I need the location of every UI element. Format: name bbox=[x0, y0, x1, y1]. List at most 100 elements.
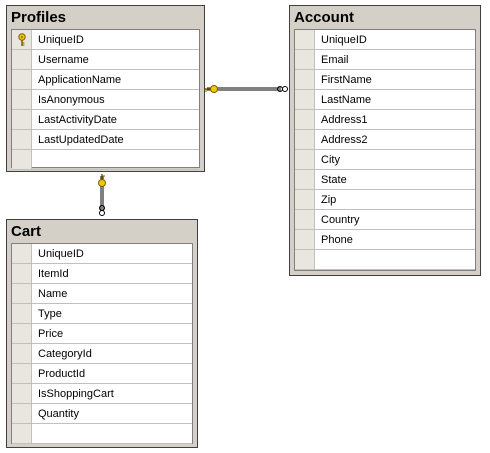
column-row[interactable]: Type bbox=[12, 304, 192, 324]
row-selector[interactable] bbox=[12, 324, 32, 343]
row-selector[interactable] bbox=[295, 90, 315, 109]
row-selector[interactable] bbox=[295, 170, 315, 189]
column-name: State bbox=[321, 174, 347, 186]
row-selector[interactable] bbox=[12, 404, 32, 423]
row-selector[interactable] bbox=[12, 150, 32, 169]
row-selector[interactable] bbox=[12, 30, 32, 49]
column-row-empty[interactable] bbox=[12, 150, 199, 170]
column-row[interactable]: Address2 bbox=[295, 130, 475, 150]
column-name: LastActivityDate bbox=[38, 114, 117, 126]
column-name: IsAnonymous bbox=[38, 94, 105, 106]
column-row[interactable]: Email bbox=[295, 50, 475, 70]
row-selector[interactable] bbox=[295, 150, 315, 169]
column-row[interactable]: Price bbox=[12, 324, 192, 344]
column-row[interactable]: State bbox=[295, 170, 475, 190]
row-selector[interactable] bbox=[295, 30, 315, 49]
row-selector[interactable] bbox=[295, 210, 315, 229]
column-row-empty[interactable] bbox=[295, 250, 475, 270]
column-row[interactable]: ApplicationName bbox=[12, 70, 199, 90]
column-row-empty[interactable] bbox=[12, 424, 192, 444]
column-name: Phone bbox=[321, 234, 353, 246]
column-name: Username bbox=[38, 54, 89, 66]
column-name: FirstName bbox=[321, 74, 372, 86]
row-selector[interactable] bbox=[12, 70, 32, 89]
column-row[interactable]: CategoryId bbox=[12, 344, 192, 364]
primary-key-icon bbox=[18, 33, 26, 46]
row-selector[interactable] bbox=[295, 190, 315, 209]
column-row[interactable]: Country bbox=[295, 210, 475, 230]
row-selector[interactable] bbox=[12, 130, 32, 149]
column-row[interactable]: Phone bbox=[295, 230, 475, 250]
column-name: CategoryId bbox=[38, 348, 92, 360]
row-selector[interactable] bbox=[12, 344, 32, 363]
column-name: Address1 bbox=[321, 114, 368, 126]
column-grid: UniqueID Email FirstName LastName Addres… bbox=[294, 29, 476, 271]
key-icon bbox=[204, 85, 218, 93]
column-name: UniqueID bbox=[38, 34, 84, 46]
table-title: Cart bbox=[11, 223, 42, 240]
column-name: UniqueID bbox=[38, 248, 84, 260]
column-row[interactable]: Zip bbox=[295, 190, 475, 210]
column-row[interactable]: IsAnonymous bbox=[12, 90, 199, 110]
row-selector[interactable] bbox=[295, 70, 315, 89]
column-row[interactable]: ItemId bbox=[12, 264, 192, 284]
column-row[interactable]: Address1 bbox=[295, 110, 475, 130]
row-selector[interactable] bbox=[12, 50, 32, 69]
column-name: Type bbox=[38, 308, 62, 320]
column-name: Price bbox=[38, 328, 64, 340]
column-name: LastUpdatedDate bbox=[38, 134, 124, 146]
row-selector[interactable] bbox=[295, 130, 315, 149]
column-grid: UniqueID Username ApplicationName IsAnon… bbox=[11, 29, 200, 170]
column-row[interactable]: UniqueID bbox=[12, 244, 192, 264]
row-selector[interactable] bbox=[12, 304, 32, 323]
column-row[interactable]: Name bbox=[12, 284, 192, 304]
infinity-icon bbox=[99, 205, 105, 216]
column-name: IsShoppingCart bbox=[38, 388, 114, 400]
column-name: ApplicationName bbox=[38, 74, 122, 86]
column-name: ItemId bbox=[38, 268, 69, 280]
row-selector[interactable] bbox=[295, 50, 315, 69]
column-name: Country bbox=[321, 214, 360, 226]
column-grid: UniqueID ItemId Name Type Price Category… bbox=[11, 243, 193, 444]
column-row[interactable]: IsShoppingCart bbox=[12, 384, 192, 404]
row-selector[interactable] bbox=[295, 230, 315, 249]
table-account[interactable]: Account UniqueID Email FirstName LastNam… bbox=[289, 5, 485, 280]
column-name: Name bbox=[38, 288, 68, 300]
column-row[interactable]: UniqueID bbox=[12, 30, 199, 50]
table-profiles[interactable]: Profiles UniqueID Username ApplicationNa… bbox=[6, 5, 209, 176]
column-name: Quantity bbox=[38, 408, 79, 420]
column-name: LastName bbox=[321, 94, 372, 106]
key-icon bbox=[98, 174, 106, 187]
row-selector[interactable] bbox=[295, 250, 315, 269]
column-row[interactable]: LastUpdatedDate bbox=[12, 130, 199, 150]
row-selector[interactable] bbox=[12, 284, 32, 303]
column-name: UniqueID bbox=[321, 34, 367, 46]
column-name: Zip bbox=[321, 194, 337, 206]
infinity-icon bbox=[277, 86, 288, 92]
table-title: Profiles bbox=[11, 9, 67, 26]
column-row[interactable]: ProductId bbox=[12, 364, 192, 384]
row-selector[interactable] bbox=[12, 110, 32, 129]
row-selector[interactable] bbox=[12, 90, 32, 109]
row-selector[interactable] bbox=[295, 110, 315, 129]
relationship-profiles-cart[interactable] bbox=[98, 174, 106, 216]
row-selector[interactable] bbox=[12, 424, 32, 443]
column-row[interactable]: Username bbox=[12, 50, 199, 70]
column-name: ProductId bbox=[38, 368, 86, 380]
column-row[interactable]: Quantity bbox=[12, 404, 192, 424]
column-row[interactable]: LastActivityDate bbox=[12, 110, 199, 130]
table-title: Account bbox=[294, 9, 354, 26]
column-row[interactable]: UniqueID bbox=[295, 30, 475, 50]
column-name: Email bbox=[321, 54, 349, 66]
column-name: Address2 bbox=[321, 134, 368, 146]
column-row[interactable]: FirstName bbox=[295, 70, 475, 90]
row-selector[interactable] bbox=[12, 384, 32, 403]
row-selector[interactable] bbox=[12, 244, 32, 263]
column-row[interactable]: LastName bbox=[295, 90, 475, 110]
column-row[interactable]: City bbox=[295, 150, 475, 170]
table-cart[interactable]: Cart UniqueID ItemId Name Type Price Cat… bbox=[6, 219, 202, 452]
column-name: City bbox=[321, 154, 340, 166]
relationship-profiles-account[interactable] bbox=[204, 85, 288, 93]
row-selector[interactable] bbox=[12, 364, 32, 383]
row-selector[interactable] bbox=[12, 264, 32, 283]
